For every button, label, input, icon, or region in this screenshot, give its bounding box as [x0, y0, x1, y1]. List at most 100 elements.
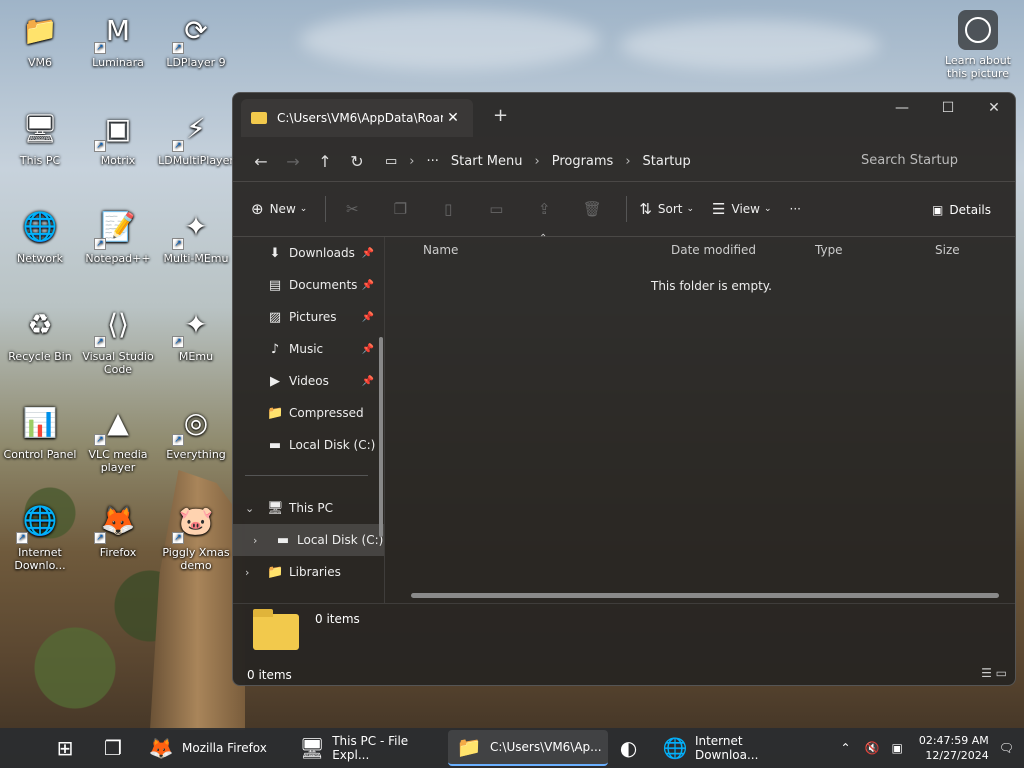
back-button[interactable]: ← [245, 147, 277, 175]
new-tab-button[interactable]: + [493, 105, 508, 126]
chevron-right-icon: › [534, 153, 540, 169]
details-pane: 0 items 0 items ☰ ▭ [233, 603, 1015, 685]
shortcut-arrow-icon: ↗ [94, 140, 106, 152]
edge-icon: ◐ [619, 736, 638, 760]
pin-icon[interactable]: 📌 [362, 344, 374, 355]
delete-button[interactable]: 🗑 [578, 193, 606, 225]
pin-icon[interactable]: 📌 [362, 376, 374, 387]
volume-mute-icon[interactable]: 🔇 [865, 741, 880, 755]
expand-icon[interactable]: ⌄ [245, 502, 254, 515]
taskbar-item[interactable]: 🌐 Internet Downloa... [656, 730, 806, 766]
desktop-icon[interactable]: ✦ ↗ Multi-MEmu [156, 204, 236, 265]
tree-item[interactable]: › ▬ Local Disk (C:) [233, 524, 384, 556]
desktop-icon[interactable]: 🌐 Network [0, 204, 80, 265]
forward-button[interactable]: → [277, 147, 309, 175]
nav-scrollbar[interactable] [379, 337, 383, 537]
desktop-icon[interactable]: ⟨⟩ ↗ Visual Studio Code [78, 302, 158, 376]
new-button[interactable]: ⊕ New ⌄ [251, 193, 307, 225]
nav-item[interactable]: ♪ Music 📌 [233, 333, 384, 365]
new-label: New [269, 202, 296, 216]
taskbar-item[interactable]: ❐ [92, 730, 140, 766]
horizontal-scrollbar[interactable] [411, 593, 999, 598]
desktop-icon[interactable]: 🌐 ↗ Internet Downlo... [0, 498, 80, 572]
more-options-button[interactable]: ··· [790, 193, 801, 225]
learn-about-picture[interactable]: Learn about this picture [938, 10, 1018, 80]
chevron-right-icon: › [625, 153, 631, 169]
search-input[interactable]: Search Startup [849, 147, 1013, 175]
taskbar-item[interactable]: ⊞ [44, 730, 92, 766]
desktop-icon[interactable]: ▣ ↗ Motrix [78, 106, 158, 167]
desktop-icon[interactable]: ♻ Recycle Bin [0, 302, 80, 363]
refresh-button[interactable]: ↻ [341, 147, 373, 175]
desktop-icon[interactable]: 📁 VM6 [0, 8, 80, 69]
taskbar-item[interactable]: 🦊 Mozilla Firefox [140, 730, 292, 766]
desktop-icon[interactable]: 📝 ↗ Notepad++ [78, 204, 158, 265]
details-view-icon[interactable]: ☰ [981, 666, 992, 680]
close-tab-icon[interactable]: ✕ [443, 110, 463, 126]
up-button[interactable]: ↑ [309, 147, 341, 175]
chevron-down-icon: ⌄ [686, 204, 695, 214]
notification-icon[interactable]: 🗨 [999, 741, 1014, 755]
details-button[interactable]: ▣ Details [932, 194, 991, 226]
clock[interactable]: 02:47:59 AM 12/27/2024 [919, 733, 989, 763]
breadcrumb-overflow[interactable]: ··· [427, 154, 439, 169]
breadcrumb-programs[interactable]: Programs [552, 154, 614, 169]
paste-button[interactable]: ▯ [434, 193, 462, 225]
network-icon[interactable]: ▣ [892, 741, 903, 755]
file-explorer-window: C:\Users\VM6\AppData\Roam ✕ + — ☐ ✕ ← → … [232, 92, 1016, 686]
taskbar-item[interactable]: ◐ [608, 730, 656, 766]
expand-icon[interactable]: › [253, 534, 257, 547]
firefox-icon: 🦊 [148, 736, 174, 760]
desktop-icon[interactable]: ⚡ ↗ LDMultiPlayer [156, 106, 236, 167]
pin-icon[interactable]: 📌 [362, 280, 374, 291]
details-label: Details [949, 203, 991, 217]
pin-icon[interactable]: 📌 [362, 248, 374, 259]
desktop-icon[interactable]: M ↗ Luminara [78, 8, 158, 69]
copy-button[interactable]: ❐ [386, 193, 414, 225]
pin-icon[interactable]: 📌 [362, 312, 374, 323]
close-button[interactable]: ✕ [971, 93, 1015, 123]
piggly-icon: 🐷 ↗ [172, 498, 218, 544]
nav-item[interactable]: ▤ Documents 📌 [233, 269, 384, 301]
memu-icon: ✦ ↗ [172, 302, 218, 348]
maximize-button[interactable]: ☐ [925, 93, 971, 123]
share-button[interactable]: ⇪ [530, 193, 558, 225]
nav-item-label: Videos [289, 374, 329, 388]
desktop-icon[interactable]: ✦ ↗ MEmu [156, 302, 236, 363]
breadcrumb-startup[interactable]: Startup [643, 154, 691, 169]
nav-item[interactable]: ▨ Pictures 📌 [233, 301, 384, 333]
column-date-modified[interactable]: Date modified [671, 243, 756, 257]
rename-button[interactable]: ▭ [482, 193, 510, 225]
breadcrumb-start-menu[interactable]: Start Menu [451, 154, 523, 169]
tiles-view-icon[interactable]: ▭ [996, 666, 1007, 680]
desktop-icon[interactable]: ◎ ↗ Everything [156, 400, 236, 461]
tree-item[interactable]: ⌄ 🖥 This PC [233, 492, 384, 524]
shortcut-arrow-icon: ↗ [94, 434, 106, 446]
shortcut-arrow-icon: ↗ [94, 532, 106, 544]
desktop-icon[interactable]: 📊 Control Panel [0, 400, 80, 461]
nav-item[interactable]: ⬇ Downloads 📌 [233, 237, 384, 269]
taskbar-item[interactable]: 📁 C:\Users\VM6\Ap... [448, 730, 608, 766]
cut-button[interactable]: ✂ [338, 193, 366, 225]
sort-button[interactable]: ⇅ Sort ⌄ [639, 193, 694, 225]
desktop-icon[interactable]: ⟳ ↗ LDPlayer 9 [156, 8, 236, 69]
column-size[interactable]: Size [935, 243, 960, 257]
nav-item[interactable]: 📁 Compressed [233, 397, 384, 429]
expand-icon[interactable]: › [245, 566, 249, 579]
minimize-button[interactable]: — [879, 93, 925, 123]
chevron-up-icon[interactable]: ⌃ [840, 741, 850, 755]
tree-item[interactable]: › 📁 Libraries [233, 556, 384, 588]
address-bar[interactable]: ▭ › ··· Start Menu › Programs › Startup [385, 147, 795, 175]
column-name[interactable]: Name [423, 243, 458, 257]
desktop-icon[interactable]: 🐷 ↗ Piggly Xmas demo [156, 498, 236, 572]
desktop-icon[interactable]: 🦊 ↗ Firefox [78, 498, 158, 559]
nav-item[interactable]: ▬ Local Disk (C:) [233, 429, 384, 461]
explorer-tab[interactable]: C:\Users\VM6\AppData\Roam ✕ [241, 99, 473, 137]
nav-item[interactable]: ▶ Videos 📌 [233, 365, 384, 397]
desktop-icon[interactable]: 🖥 This PC [0, 106, 80, 167]
column-type[interactable]: Type [815, 243, 843, 257]
taskbar-item[interactable]: 🖥 This PC - File Expl... [292, 730, 448, 766]
videos-icon: ▶ [270, 373, 280, 389]
desktop-icon[interactable]: ▲ ↗ VLC media player [78, 400, 158, 474]
view-button[interactable]: ☰ View ⌄ [712, 193, 771, 225]
